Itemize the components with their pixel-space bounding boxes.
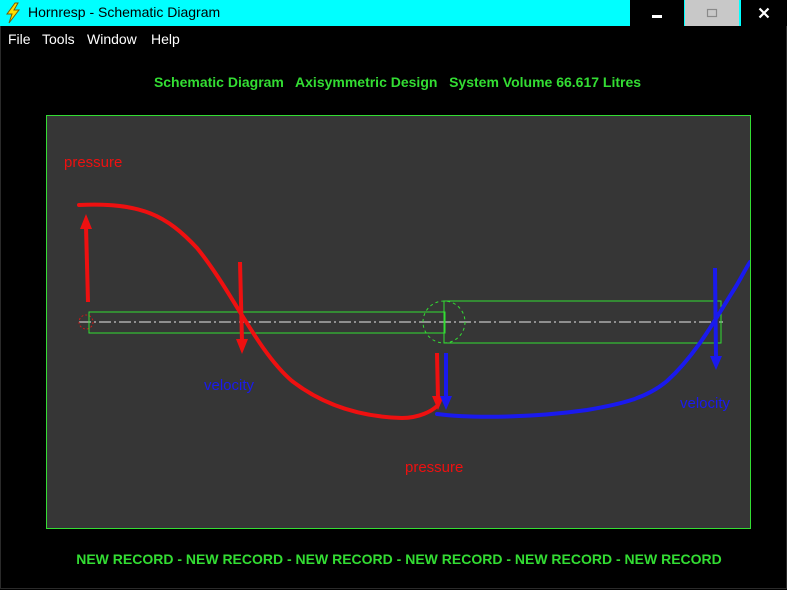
pressure-arrow-up [80,214,92,303]
pressure-arrow-down-middle [432,352,444,410]
pressure-curve [77,202,439,421]
menu-file[interactable]: File [8,31,31,47]
pressure-label-top: pressure [64,154,123,171]
velocity-label-right: velocity [680,395,731,412]
velocity-arrow-down-right [710,267,722,370]
velocity-arrow-down-middle [440,353,452,410]
menu-bar: File Tools Window Help [0,28,787,50]
schematic-info-line: Schematic Diagram Axisymmetric Design Sy… [153,74,642,90]
menu-tools[interactable]: Tools [42,31,75,47]
new-record-banner: NEW RECORD - NEW RECORD - NEW RECORD - N… [76,551,722,567]
menu-help[interactable]: Help [151,31,180,47]
velocity-label-left: velocity [204,377,255,394]
maximize-icon [706,8,718,18]
menu-window[interactable]: Window [87,31,137,47]
close-icon [758,7,770,19]
window-title: Hornresp - Schematic Diagram [28,4,221,20]
close-button[interactable] [741,0,787,26]
title-bar[interactable]: Hornresp - Schematic Diagram [0,0,787,26]
maximize-button[interactable] [685,0,739,26]
velocity-curve [435,260,750,419]
schematic-panel: pressure velocity pressure velocity [46,115,751,529]
minimize-icon [652,15,662,18]
schematic-drawing [77,202,750,421]
pressure-label-bottom: pressure [405,459,464,476]
minimize-button[interactable] [630,0,684,26]
lightning-bolt-icon [4,2,22,24]
